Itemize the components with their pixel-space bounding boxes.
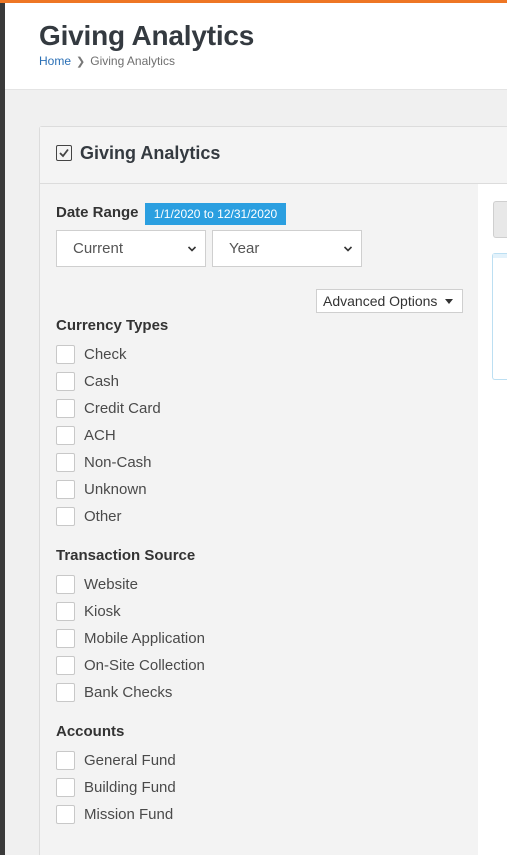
page-header: Giving Analytics Home ❯ Giving Analytics xyxy=(5,3,507,90)
checkbox-label: Mission Fund xyxy=(84,805,174,823)
checkbox[interactable] xyxy=(56,371,75,391)
checkbox[interactable] xyxy=(56,601,75,621)
date-range-label: Date Range xyxy=(56,204,139,221)
breadcrumb-current: Giving Analytics xyxy=(90,54,175,68)
checkbox-account-general-fund[interactable]: General Fund xyxy=(56,750,176,770)
checkbox-label: General Fund xyxy=(84,751,176,769)
date-range-period-select[interactable]: Current xyxy=(56,230,206,267)
checkbox-currency-check[interactable]: Check xyxy=(56,344,127,364)
checkbox-currency-credit-card[interactable]: Credit Card xyxy=(56,398,161,418)
checkbox-label: Check xyxy=(84,345,127,363)
checkbox[interactable] xyxy=(56,506,75,526)
checkbox[interactable] xyxy=(56,425,75,445)
checkbox-currency-ach[interactable]: ACH xyxy=(56,425,116,445)
breadcrumb: Home ❯ Giving Analytics xyxy=(39,54,175,68)
checkbox-label: Kiosk xyxy=(84,602,121,620)
checkbox-account-mission-fund[interactable]: Mission Fund xyxy=(56,804,173,824)
checkbox-label: On-Site Collection xyxy=(84,656,205,674)
checkbox-source-kiosk[interactable]: Kiosk xyxy=(56,601,121,621)
checkbox-label: Bank Checks xyxy=(84,683,173,701)
results-card xyxy=(492,253,507,380)
chevron-down-icon xyxy=(344,246,352,252)
page-title: Giving Analytics xyxy=(39,20,255,51)
checkbox[interactable] xyxy=(56,398,75,418)
chevron-right-icon: ❯ xyxy=(76,55,86,68)
checkbox-label: Website xyxy=(84,575,138,593)
checkbox[interactable] xyxy=(56,628,75,648)
checkbox-label: Unknown xyxy=(84,480,147,498)
chevron-down-icon xyxy=(188,246,196,252)
date-range-badge: 1/1/2020 to 12/31/2020 xyxy=(145,203,286,225)
checkbox-label: Cash xyxy=(84,372,120,390)
check-square-icon xyxy=(56,145,72,161)
checkbox-source-bank-checks[interactable]: Bank Checks xyxy=(56,682,172,702)
checkbox-label: Mobile Application xyxy=(84,629,205,647)
accounts-label: Accounts xyxy=(56,723,125,740)
checkbox[interactable] xyxy=(56,344,75,364)
checkbox[interactable] xyxy=(56,804,75,824)
checkbox-source-website[interactable]: Website xyxy=(56,574,138,594)
checkbox-currency-non-cash[interactable]: Non-Cash xyxy=(56,452,152,472)
checkbox-currency-cash[interactable]: Cash xyxy=(56,371,119,391)
checkbox-account-building-fund[interactable]: Building Fund xyxy=(56,777,176,797)
period-select-value: Current xyxy=(73,240,124,257)
checkbox-source-on-site-collection[interactable]: On-Site Collection xyxy=(56,655,205,675)
checkbox[interactable] xyxy=(56,682,75,702)
checkbox-label: Non-Cash xyxy=(84,453,152,471)
caret-down-icon xyxy=(445,299,453,304)
panel-title: Giving Analytics xyxy=(80,143,221,163)
checkbox-source-mobile-application[interactable]: Mobile Application xyxy=(56,628,205,648)
date-range-unit-select[interactable]: Year xyxy=(212,230,362,267)
results-action-button[interactable] xyxy=(493,201,507,238)
checkbox[interactable] xyxy=(56,574,75,594)
checkbox-label: Other xyxy=(84,507,122,525)
checkbox-label: Credit Card xyxy=(84,399,161,417)
checkbox[interactable] xyxy=(56,750,75,770)
currency-types-label: Currency Types xyxy=(56,317,169,334)
breadcrumb-home-link[interactable]: Home xyxy=(39,54,71,68)
checkbox[interactable] xyxy=(56,777,75,797)
checkbox[interactable] xyxy=(56,452,75,472)
checkbox-label: ACH xyxy=(84,426,116,444)
left-nav-strip xyxy=(0,3,5,855)
checkbox[interactable] xyxy=(56,479,75,499)
checkbox-currency-unknown[interactable]: Unknown xyxy=(56,479,147,499)
unit-select-value: Year xyxy=(229,240,260,257)
transaction-source-label: Transaction Source xyxy=(56,547,196,564)
panel-heading: Giving Analytics xyxy=(40,127,507,184)
checkbox[interactable] xyxy=(56,655,75,675)
checkbox-currency-other[interactable]: Other xyxy=(56,506,122,526)
advanced-options-label: Advanced Options xyxy=(323,293,438,309)
advanced-options-button[interactable]: Advanced Options xyxy=(316,289,463,313)
checkbox-label: Building Fund xyxy=(84,778,176,796)
